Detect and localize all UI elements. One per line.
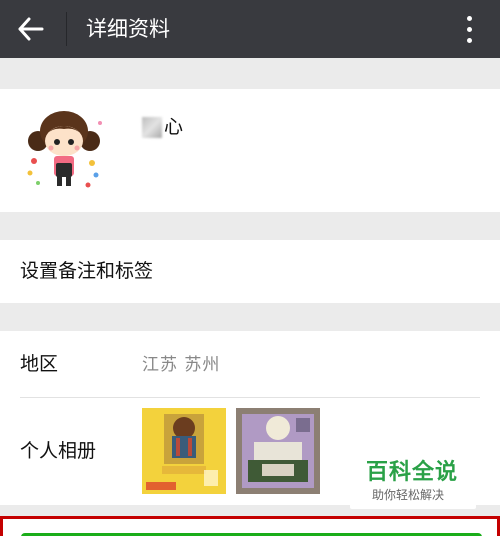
back-button[interactable]: [12, 12, 48, 46]
remark-label: 设置备注和标签: [20, 260, 154, 282]
arrow-left-icon: [18, 17, 44, 41]
watermark-subtitle: 助你轻松解决: [372, 488, 445, 502]
photo-thumbnail-icon: [142, 408, 226, 494]
row-divider: [20, 397, 480, 398]
album-thumbnail[interactable]: [142, 408, 226, 494]
nickname: 心: [164, 116, 184, 138]
title-divider: [66, 12, 67, 46]
watermark-logo: 百科全说 助你轻松解决: [350, 455, 476, 509]
highlight-box: [0, 516, 500, 536]
avatar[interactable]: [20, 103, 108, 195]
photo-thumbnail-icon: [236, 408, 320, 494]
cartoon-girl-avatar-icon: [27, 111, 102, 188]
more-vertical-icon: [467, 16, 472, 21]
page-title: 详细资料: [86, 17, 170, 41]
more-options-button[interactable]: [460, 12, 480, 46]
remark-and-tags-row[interactable]: 设置备注和标签: [0, 240, 500, 303]
region-value: 江苏 苏州: [142, 355, 221, 375]
region-label: 地区: [20, 353, 59, 375]
nickname-redacted: [142, 117, 162, 138]
album-thumbnail[interactable]: [236, 408, 320, 494]
region-row: 地区 江苏 苏州: [0, 331, 500, 397]
profile-card: 心: [0, 89, 500, 212]
album-label: 个人相册: [20, 440, 97, 462]
top-navigation-bar: 详细资料: [0, 0, 500, 58]
watermark-title: 百科全说: [366, 460, 459, 485]
